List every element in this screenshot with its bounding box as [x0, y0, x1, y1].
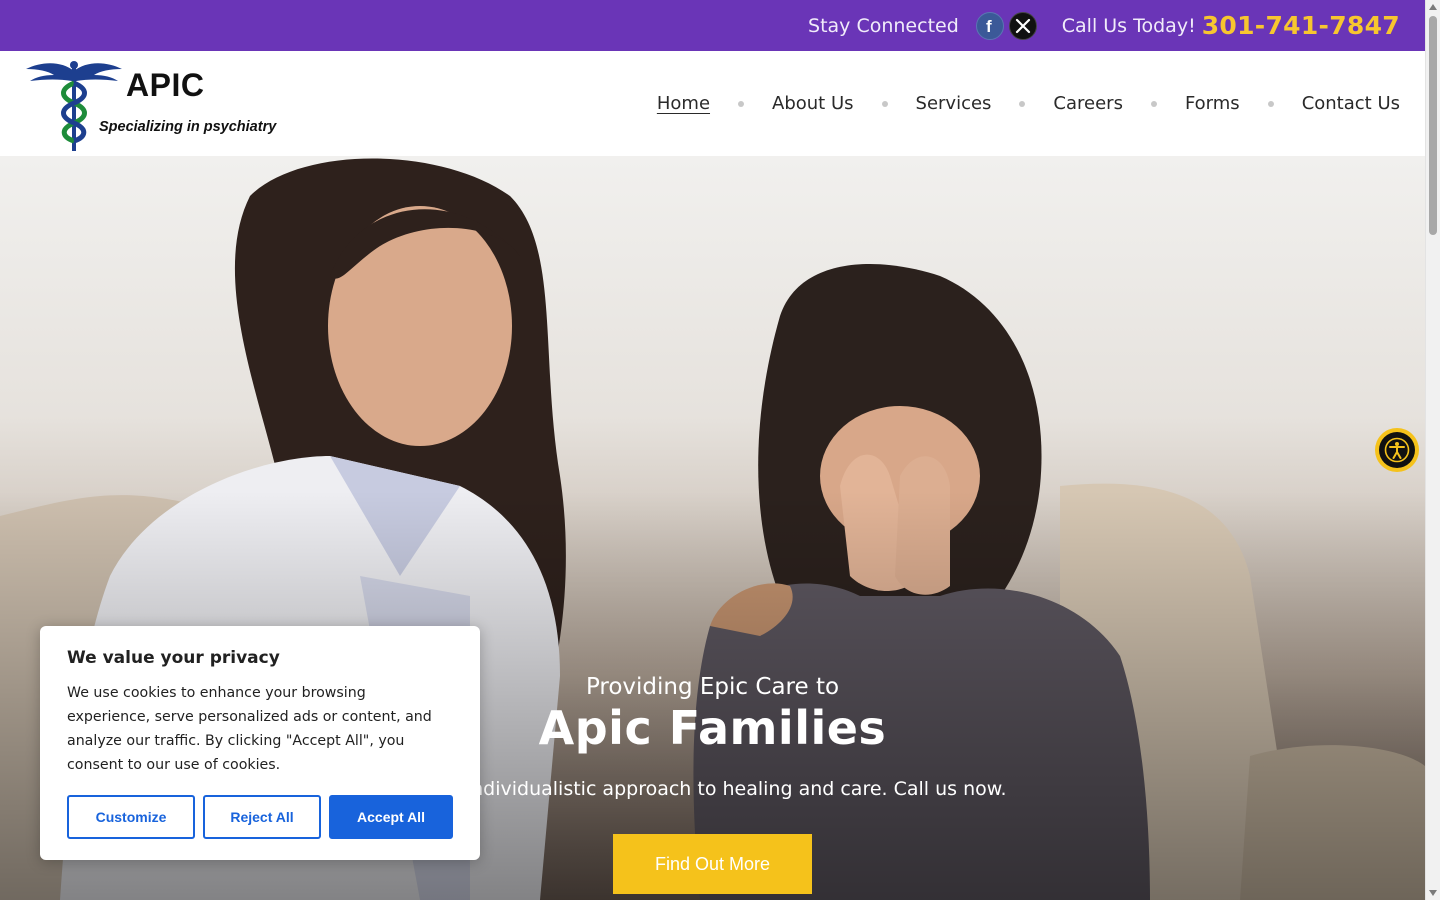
accept-all-button[interactable]: Accept All	[329, 795, 453, 839]
nav-separator	[1019, 100, 1026, 107]
nav-about-us[interactable]: About Us	[772, 93, 854, 114]
cookie-title: We value your privacy	[67, 648, 280, 668]
nav-separator	[881, 100, 888, 107]
cookie-actions: Customize Reject All Accept All	[67, 795, 453, 839]
accessibility-icon	[1379, 432, 1415, 468]
nav-contact-us[interactable]: Contact Us	[1302, 93, 1400, 114]
scroll-up-arrow-icon[interactable]	[1429, 4, 1437, 10]
find-out-more-button[interactable]: Find Out More	[613, 834, 812, 894]
call-us-label: Call Us Today!	[1061, 14, 1196, 37]
nav-separator	[738, 100, 745, 107]
customize-button[interactable]: Customize	[67, 795, 195, 839]
main-nav: Home About Us Services Careers Forms Con…	[657, 51, 1400, 156]
phone-link[interactable]: 301-741-7847	[1202, 11, 1400, 40]
nav-services[interactable]: Services	[916, 93, 992, 114]
site-header: APIC Specializing in psychiatry Home Abo…	[0, 51, 1425, 156]
nav-careers[interactable]: Careers	[1053, 93, 1123, 114]
nav-separator	[1267, 100, 1274, 107]
nav-forms[interactable]: Forms	[1185, 93, 1240, 114]
cookie-description: We use cookies to enhance your browsing …	[67, 685, 432, 773]
nav-separator	[1150, 100, 1157, 107]
scroll-thumb[interactable]	[1429, 16, 1437, 235]
svg-text:f: f	[986, 17, 992, 35]
cookie-consent-banner: We value your privacy We use cookies to …	[40, 626, 480, 860]
logo-tagline: Specializing in psychiatry	[99, 119, 277, 135]
x-twitter-icon[interactable]	[1008, 11, 1037, 40]
logo-name: APIC	[126, 67, 205, 103]
facebook-icon[interactable]: f	[975, 11, 1004, 40]
accessibility-button[interactable]	[1375, 428, 1419, 472]
reject-all-button[interactable]: Reject All	[203, 795, 321, 839]
nav-home[interactable]: Home	[657, 93, 710, 114]
top-bar: Stay Connected f Call Us Today! 301-741-…	[0, 0, 1425, 51]
caduceus-icon	[26, 61, 122, 151]
scroll-down-arrow-icon[interactable]	[1429, 890, 1437, 896]
stay-connected-label: Stay Connected	[808, 14, 959, 37]
logo[interactable]: APIC Specializing in psychiatry	[24, 59, 284, 154]
page-scrollbar[interactable]	[1425, 0, 1440, 900]
